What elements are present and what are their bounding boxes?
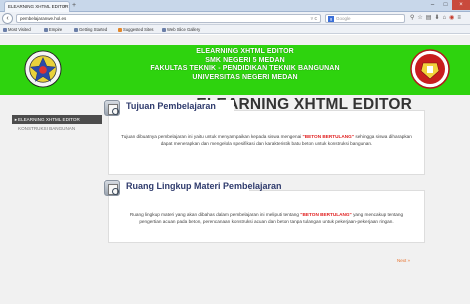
text-segment: Tujuan dibuatnya pembelajaran ini yaitu … [121,134,303,139]
banner-line: UNIVERSITAS NEGERI MEDAN [192,73,298,81]
section-title: Tujuan Pembelajaran [126,101,216,111]
sidebar: ► ELEARNING XHTML EDITOR KONSTRUKSI BANG… [12,115,102,133]
section-title: Ruang Lingkup Materi Pembelajaran [126,181,282,191]
bookmark-icon [74,27,78,32]
suggested-sites-icon [118,27,122,32]
reload-icon[interactable]: ▿ ᴄ [311,15,317,23]
chevron-right-icon: ► [14,117,18,122]
menu-icon[interactable]: ≡ [457,14,461,23]
header-banner: ELEARNING XHTML EDITOR SMK NEGERI 5 MEDA… [0,45,470,95]
section-text: Ruang lingkup materi yang akan dibahas d… [119,211,414,225]
minimize-button[interactable]: – [426,0,439,10]
back-arrow-icon[interactable]: ‹ [2,13,13,24]
banner-line: FAKULTAS TEKNIK - PENDIDIKAN TEKNIK BANG… [150,65,340,72]
text-segment: Ruang lingkup materi yang akan dibahas d… [129,212,301,217]
next-link[interactable]: Next » [397,258,410,263]
bookmark-most-visited[interactable]: Most Visited [3,25,31,34]
star-icon[interactable]: ☆ [417,14,422,23]
bookmark-label: Empire [49,27,63,32]
url-bar[interactable]: pembelajaranwe.hol.es ▿ ᴄ [16,14,321,23]
addon-icon[interactable]: ◉ [449,14,454,23]
search-engine-icon[interactable]: g [328,16,334,22]
url-text: pembelajaranwe.hol.es [20,16,67,21]
section-text: Tujuan dibuatnya pembelajaran ini yaitu … [119,133,414,147]
search-placeholder: Google [336,16,351,21]
document-search-icon [104,100,120,116]
close-window-button[interactable]: × [452,0,470,10]
highlight-text: "BETON BERTULANG" [300,212,352,217]
bookmark-web-slice-gallery[interactable]: Web Slice Gallery [162,25,200,34]
sidebar-item-label: KONSTRUKSI BANGUNAN [18,126,76,131]
search-icon[interactable]: ⚲ [410,14,414,23]
maximize-button[interactable]: □ [439,0,452,10]
section-card: Tujuan Pembelajaran Tujuan dibuatnya pem… [104,100,425,175]
tab-close-icon[interactable]: × [63,2,66,12]
bookmark-suggested-sites[interactable]: Suggested Sites [118,25,154,34]
browser-tab[interactable]: ELEARNING XHTML EDITOR × [4,1,70,12]
sidebar-item-konstruksi[interactable]: KONSTRUKSI BANGUNAN [12,124,102,133]
unimed-logo-icon [24,50,62,88]
document-search-icon [104,180,120,196]
search-input[interactable]: g Google [325,14,405,23]
section-card: Ruang Lingkup Materi Pembelajaran Ruang … [104,180,425,243]
bookmarks-bar: Most Visited Empire Getting Started Sugg… [0,25,470,34]
highlight-text: "BETON BERTULANG" [302,134,355,139]
bookmark-icon [162,27,166,32]
new-tab-button[interactable]: + [72,2,76,10]
download-icon[interactable]: ⬇ [434,14,439,23]
bookmark-icon [44,27,48,32]
browser-navbar: ‹ pembelajaranwe.hol.es ▿ ᴄ g Google ⚲ ☆… [0,12,470,25]
browser-titlebar: ELEARNING XHTML EDITOR × + – □ × [0,0,470,12]
home-icon[interactable]: ⌂ [443,14,447,23]
school-logo-icon [410,49,450,89]
section-header: Ruang Lingkup Materi Pembelajaran [104,180,282,196]
banner-line: ELEARNING XHTML EDITOR [196,48,294,55]
bookmark-label: Getting Started [79,27,108,32]
bookmark-empire[interactable]: Empire [44,25,62,34]
bookmark-label: Most Visited [8,27,31,32]
reading-list-icon[interactable]: ▤ [426,14,432,23]
window-controls: – □ × [426,0,470,10]
bookmark-icon [3,27,7,32]
banner-line: SMK NEGERI 5 MEDAN [205,56,285,64]
sidebar-item-elearning[interactable]: ► ELEARNING XHTML EDITOR [12,115,102,124]
banner-title: ELEARNING XHTML EDITOR SMK NEGERI 5 MEDA… [130,48,360,82]
sidebar-item-label: ELEARNING XHTML EDITOR [18,117,80,122]
tab-title: ELEARNING XHTML EDITOR [8,4,69,9]
toolbar-icons: ⚲ ☆ ▤ ⬇ ⌂ ◉ ≡ [410,14,461,23]
bookmark-label: Web Slice Gallery [167,27,201,32]
bookmark-getting-started[interactable]: Getting Started [74,25,107,34]
section-header: Tujuan Pembelajaran [104,100,234,116]
bookmark-label: Suggested Sites [123,27,154,32]
